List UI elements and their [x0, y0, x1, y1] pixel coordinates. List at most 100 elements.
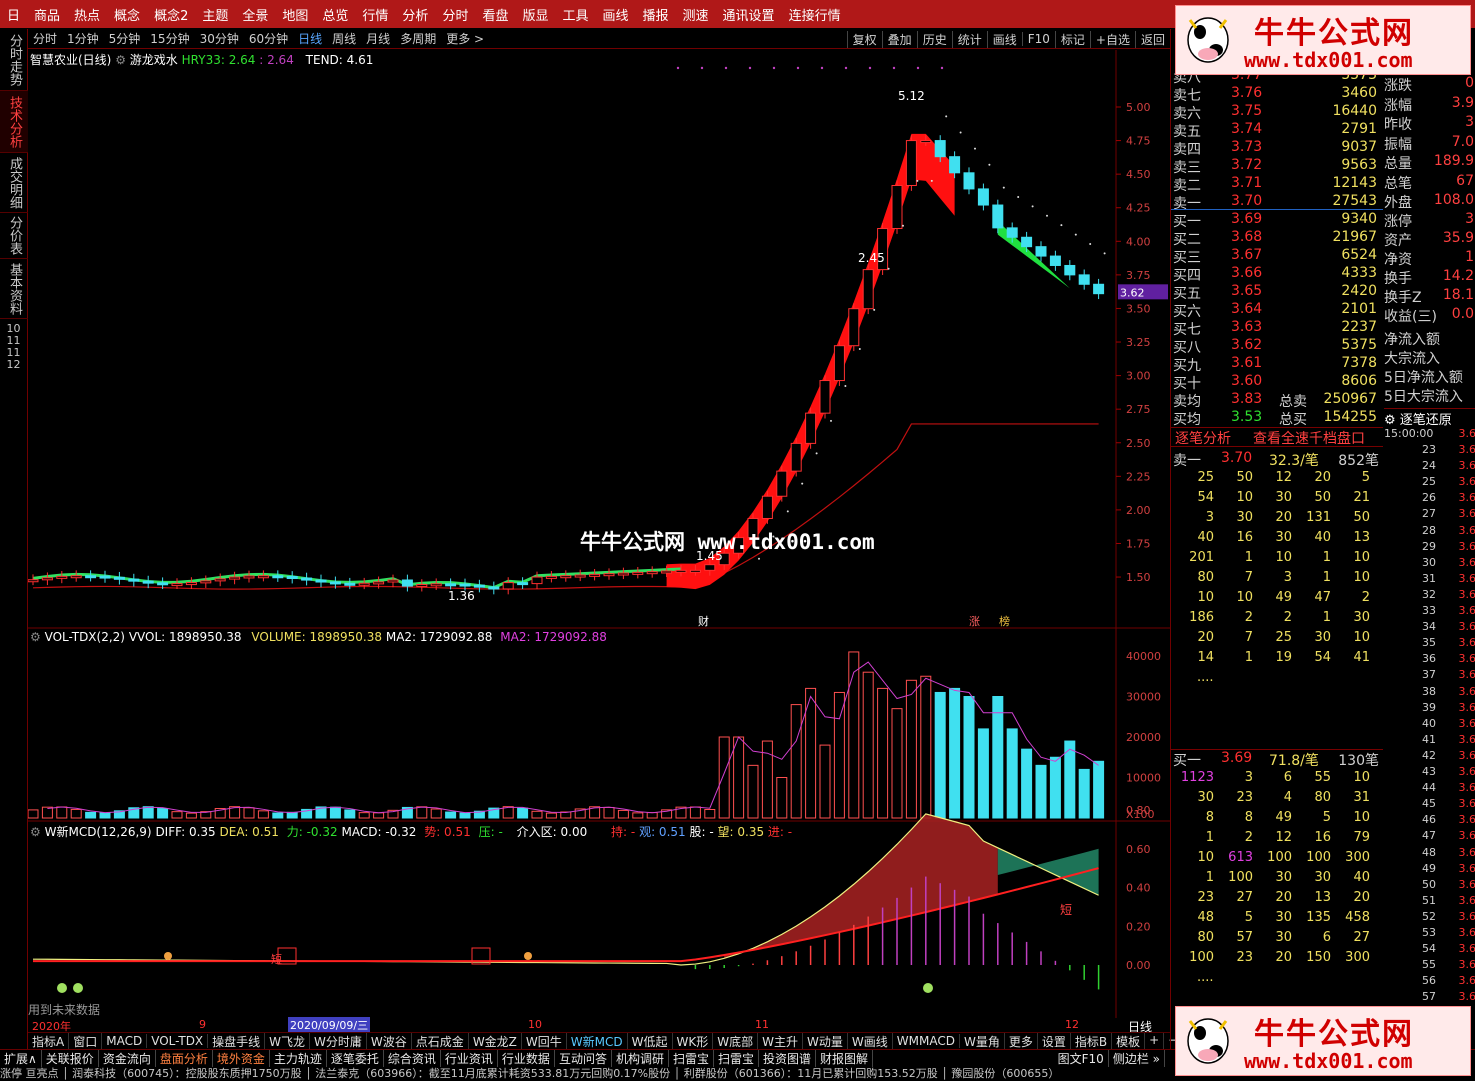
left-tab-2[interactable]: 成交明细: [0, 153, 28, 213]
menu-item-10[interactable]: 分析: [395, 5, 435, 24]
bid-row[interactable]: 买十 3.60 8606: [1173, 373, 1381, 392]
bottom-tab-5[interactable]: 主力轨迹: [270, 1050, 327, 1067]
menu-item-4[interactable]: 概念2: [147, 5, 195, 24]
ind-tab-19[interactable]: W量角: [960, 1032, 1005, 1050]
period-2[interactable]: 5分钟: [104, 30, 146, 47]
ask-row[interactable]: 卖七 3.76 3460: [1173, 85, 1381, 104]
period-7[interactable]: 周线: [327, 30, 361, 47]
left-tab-0[interactable]: 分时走势: [0, 29, 28, 91]
left-tab-1[interactable]: 技术分析: [0, 91, 28, 153]
settings-icon[interactable]: ⚙: [30, 825, 41, 839]
ind-tab-14[interactable]: W底部: [713, 1032, 759, 1050]
ask-row[interactable]: 卖六 3.75 16440: [1173, 103, 1381, 122]
ind-tab-13[interactable]: WK形: [673, 1032, 714, 1050]
vol-indicator-name[interactable]: VOL-TDX(2,2): [45, 630, 125, 644]
bid-row[interactable]: 买二 3.68 21967: [1173, 229, 1381, 248]
menu-item-5[interactable]: 主题: [195, 5, 235, 24]
menu-item-14[interactable]: 工具: [555, 5, 595, 24]
bottom-tab-4[interactable]: 境外资金: [213, 1050, 270, 1067]
macd-indicator-name[interactable]: W新MCD(12,26,9): [45, 825, 152, 839]
menu-item-0[interactable]: 日: [0, 5, 27, 24]
tool-3[interactable]: 统计: [951, 30, 987, 48]
menu-item-13[interactable]: 版显: [515, 5, 555, 24]
tool-5[interactable]: F10: [1021, 32, 1055, 46]
ind-right-0[interactable]: 指标B: [1071, 1032, 1113, 1050]
period-3[interactable]: 15分钟: [145, 30, 194, 47]
menu-item-8[interactable]: 总览: [315, 5, 355, 24]
bottom-tab-12[interactable]: 扫雷宝: [669, 1050, 714, 1067]
bottom-tab-1[interactable]: 关联报价: [42, 1050, 99, 1067]
menu-item-15[interactable]: 画线: [596, 5, 636, 24]
bottom-tab-6[interactable]: 逐笔委托: [327, 1050, 384, 1067]
ind-tab-16[interactable]: W动量: [803, 1032, 848, 1050]
bottom-tab-13[interactable]: 扫雷宝: [714, 1050, 759, 1067]
bid-row[interactable]: 买一 3.69 9340: [1173, 211, 1381, 230]
chart-area[interactable]: 5.00 4.75 4.50 4.25 4.00 3.75 3.50 3.25 3.00 2.75…: [27, 50, 1170, 1018]
menu-item-2[interactable]: 热点: [67, 5, 107, 24]
period-5[interactable]: 60分钟: [244, 30, 293, 47]
bid-row[interactable]: 买三 3.67 6524: [1173, 247, 1381, 266]
left-tab-3[interactable]: 分价表: [0, 213, 28, 259]
bottom-tab-10[interactable]: 互动问答: [555, 1050, 612, 1067]
ind-tab-5[interactable]: W飞龙: [265, 1032, 311, 1050]
ind-tab-6[interactable]: W分时庸: [310, 1032, 367, 1050]
bottom-tab-14[interactable]: 投资图谱: [759, 1050, 817, 1067]
bottom-tab-2[interactable]: 资金流向: [99, 1050, 156, 1067]
ask-row[interactable]: 卖二 3.71 12143: [1173, 175, 1381, 194]
tick-link[interactable]: 查看全速千档盘口: [1253, 428, 1365, 448]
menu-item-7[interactable]: 地图: [275, 5, 315, 24]
ind-tab-9[interactable]: W金龙Z: [469, 1032, 522, 1050]
tool-7[interactable]: +自选: [1089, 30, 1135, 48]
ind-tab-20[interactable]: 更多: [1005, 1032, 1038, 1050]
ind-tab-1[interactable]: 窗口: [69, 1032, 103, 1050]
period-10[interactable]: 更多 >: [441, 30, 489, 47]
ind-tab-12[interactable]: W低起: [628, 1032, 673, 1050]
ind-tab-0[interactable]: 指标A: [28, 1032, 70, 1050]
bottom-tab-3[interactable]: 盘面分析: [156, 1050, 213, 1067]
bid-row[interactable]: 买七 3.63 2237: [1173, 319, 1381, 338]
tool-4[interactable]: 画线: [986, 30, 1022, 48]
menu-item-17[interactable]: 测速: [676, 5, 716, 24]
tick-title[interactable]: 逐笔分析: [1175, 428, 1231, 448]
menu-item-6[interactable]: 全景: [235, 5, 275, 24]
gear-icon[interactable]: ⚙: [1384, 413, 1400, 428]
bid-row[interactable]: 买八 3.62 5375: [1173, 337, 1381, 356]
tool-1[interactable]: 叠加: [881, 30, 917, 48]
period-1[interactable]: 1分钟: [62, 30, 104, 47]
ind-tab-17[interactable]: W画线: [848, 1032, 893, 1050]
ind-tab-21[interactable]: 设置: [1038, 1032, 1071, 1050]
bottom-tab-7[interactable]: 综合资讯: [384, 1050, 441, 1067]
period-0[interactable]: 分时: [28, 30, 62, 47]
ind-right-1[interactable]: 模板: [1112, 1032, 1146, 1050]
menu-item-18[interactable]: 通讯设置: [716, 5, 782, 24]
time-sales-title[interactable]: 逐笔还原: [1400, 413, 1452, 428]
ind-tab-18[interactable]: WMMACD: [893, 1034, 960, 1048]
ind-tab-15[interactable]: W主升: [758, 1032, 803, 1050]
period-9[interactable]: 多周期: [395, 30, 441, 47]
tool-2[interactable]: 历史: [916, 30, 952, 48]
menu-item-1[interactable]: 商品: [27, 5, 67, 24]
tool-6[interactable]: 标记: [1054, 30, 1090, 48]
menu-item-9[interactable]: 行情: [355, 5, 395, 24]
ind-tab-11[interactable]: W新MCD: [567, 1032, 628, 1050]
bottom-tab-11[interactable]: 机构调研: [612, 1050, 669, 1067]
bid-row[interactable]: 买四 3.66 4333: [1173, 265, 1381, 284]
menu-item-16[interactable]: 播报: [636, 5, 676, 24]
ind-tab-3[interactable]: VOL-TDX: [147, 1034, 209, 1048]
settings-icon[interactable]: ⚙: [30, 630, 41, 644]
ind-tab-10[interactable]: W回牛: [522, 1032, 567, 1050]
ask-row[interactable]: 卖五 3.74 2791: [1173, 121, 1381, 140]
period-8[interactable]: 月线: [361, 30, 395, 47]
ind-tab-2[interactable]: MACD: [102, 1034, 148, 1048]
bid-row[interactable]: 买六 3.64 2101: [1173, 301, 1381, 320]
bid-row[interactable]: 买五 3.65 2420: [1173, 283, 1381, 302]
period-4[interactable]: 30分钟: [195, 30, 244, 47]
ind-right-2[interactable]: +: [1145, 1032, 1165, 1050]
ind-tab-4[interactable]: 操盘手线: [208, 1032, 266, 1050]
indicator-name[interactable]: 游龙戏水: [130, 53, 178, 67]
bottom-right-0[interactable]: 图文F10: [1054, 1050, 1109, 1067]
ind-tab-8[interactable]: 点石成金: [412, 1032, 469, 1050]
settings-icon[interactable]: ⚙: [115, 53, 126, 67]
tool-0[interactable]: 复权: [846, 30, 882, 48]
menu-item-3[interactable]: 概念: [107, 5, 147, 24]
